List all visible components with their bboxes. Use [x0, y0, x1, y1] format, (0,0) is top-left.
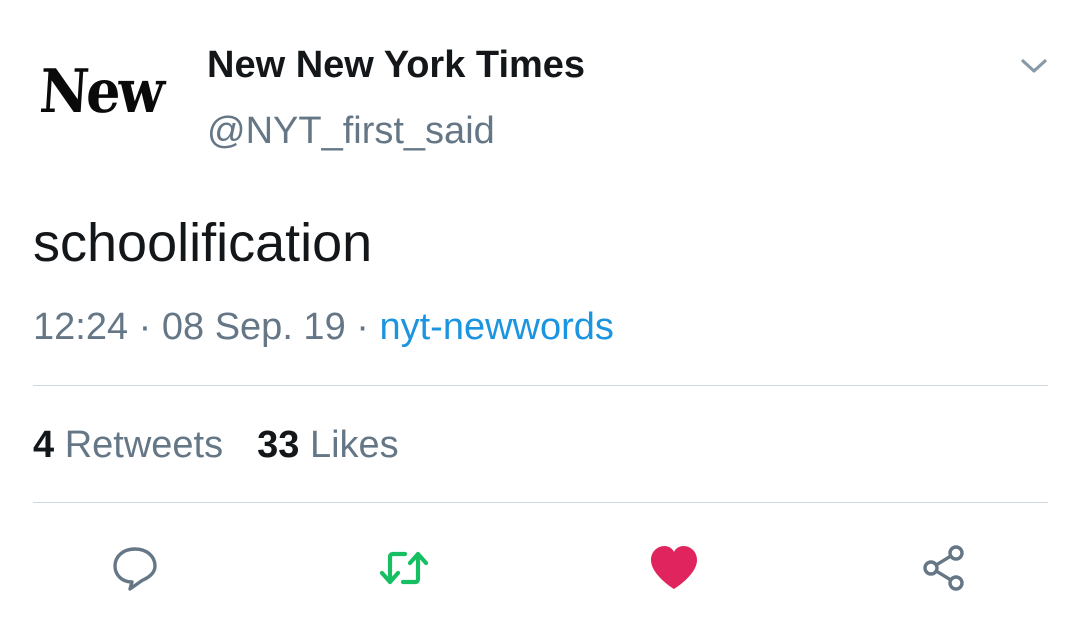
avatar-logo-text: New [37, 57, 165, 127]
chevron-down-icon [1021, 59, 1047, 73]
like-button[interactable] [646, 540, 702, 596]
user-handle[interactable]: @NYT_first_said [207, 110, 495, 153]
reply-button[interactable] [107, 540, 163, 596]
speech-bubble-icon [113, 547, 157, 591]
retweet-icon [379, 551, 429, 585]
heart-icon [651, 546, 697, 589]
avatar[interactable]: New [36, 54, 166, 130]
tweet-stats: 4 Retweets 33 Likes [33, 424, 399, 467]
divider [33, 502, 1048, 503]
display-name[interactable]: New New York Times [207, 44, 585, 87]
share-button[interactable] [916, 540, 972, 596]
like-count: 33 [257, 424, 300, 466]
retweet-count: 4 [33, 424, 55, 466]
meta-separator: · [128, 306, 162, 348]
tweet-menu-button[interactable] [1016, 52, 1052, 80]
share-icon [923, 545, 964, 591]
divider [33, 385, 1048, 386]
tweet-meta: 12:24 · 08 Sep. 19 · nyt-newwords [33, 306, 614, 349]
retweets-label: Retweets [64, 424, 224, 466]
tweet-source-link[interactable]: nyt-newwords [379, 306, 613, 348]
tweet-date: 08 Sep. 19 [161, 306, 346, 348]
retweet-button[interactable] [376, 540, 432, 596]
likes-stat[interactable]: 33 Likes [257, 424, 399, 467]
retweets-stat[interactable]: 4 Retweets [33, 424, 223, 467]
likes-label: Likes [309, 424, 399, 466]
tweet-time: 12:24 [33, 306, 129, 348]
meta-separator: · [345, 306, 380, 348]
tweet-text: schoolification [33, 213, 373, 273]
